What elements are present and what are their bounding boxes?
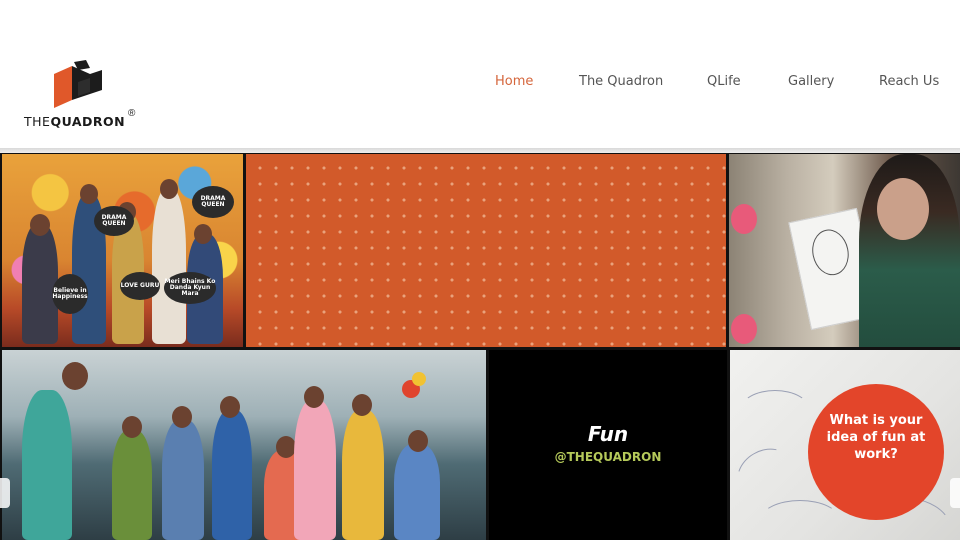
person-silhouette (112, 430, 152, 540)
tile-fun-caption[interactable]: Fun @THEQUADRON (489, 350, 727, 540)
prop-sign: DRAMA QUEEN (94, 206, 134, 236)
prop-sign: Believe in Happiness (52, 274, 88, 314)
slider-prev-arrow[interactable] (0, 478, 10, 508)
tile-orange-pattern (246, 154, 726, 347)
fun-title: Fun (587, 422, 629, 446)
registered-mark: ® (128, 108, 136, 119)
person-head (30, 214, 50, 236)
person-head (877, 178, 929, 240)
nav-item-the-quadron[interactable]: The Quadron (579, 74, 663, 89)
person-head (62, 362, 88, 390)
person-silhouette (22, 390, 72, 540)
balloon (731, 204, 757, 234)
person-silhouette (342, 410, 384, 540)
person-head (408, 430, 428, 452)
person-silhouette (162, 420, 204, 540)
nav-item-qlife[interactable]: QLife (707, 74, 741, 89)
logo-wordmark: THEQUADRON (24, 114, 125, 129)
site-header: THEQUADRON ® Home The Quadron QLife Gall… (0, 0, 960, 150)
balloon (731, 314, 757, 344)
person-silhouette (152, 189, 186, 344)
slider-next-arrow[interactable] (950, 478, 960, 508)
person-silhouette (394, 444, 440, 540)
tile-jumping-group-photo[interactable] (2, 350, 486, 540)
person-silhouette (22, 224, 58, 344)
person-head (276, 436, 296, 458)
person-head (304, 386, 324, 408)
tile-group-signs-photo[interactable]: DRAMA QUEEN DRAMA QUEEN LOVE GURU Believ… (2, 154, 243, 347)
person-head (122, 416, 142, 438)
fun-handle: @THEQUADRON (554, 450, 662, 464)
main-nav: Home The Quadron QLife Gallery Reach Us (0, 74, 960, 94)
person-head (172, 406, 192, 428)
scribble (740, 390, 810, 430)
photo-grid: DRAMA QUEEN DRAMA QUEEN LOVE GURU Believ… (0, 153, 960, 540)
prop-sign: DRAMA QUEEN (192, 186, 234, 218)
tile-whiteboard-photo[interactable]: What is your idea of fun at work? (730, 350, 960, 540)
person-head (220, 396, 240, 418)
nav-item-gallery[interactable]: Gallery (788, 74, 834, 89)
nav-item-reach-us[interactable]: Reach Us (879, 74, 939, 89)
scribble (760, 500, 840, 540)
person-silhouette (294, 400, 336, 540)
prop-sign: Meri Bhains Ko Danda Kyun Mara (164, 272, 216, 304)
person-head (194, 224, 212, 244)
logo-word-the: THE (24, 114, 51, 129)
person-head (352, 394, 372, 416)
person-head (160, 179, 178, 199)
person-head (80, 184, 98, 204)
logo[interactable]: THEQUADRON ® (24, 58, 144, 132)
nav-item-home[interactable]: Home (495, 74, 533, 89)
person-silhouette (212, 410, 252, 540)
balloon (412, 372, 426, 386)
prop-sign: LOVE GURU (120, 272, 160, 300)
whiteboard-question: What is your idea of fun at work? (826, 413, 926, 462)
sketch-face (808, 226, 853, 279)
logo-word-quadron: QUADRON (50, 114, 126, 129)
tile-sketch-photo[interactable] (729, 154, 960, 347)
